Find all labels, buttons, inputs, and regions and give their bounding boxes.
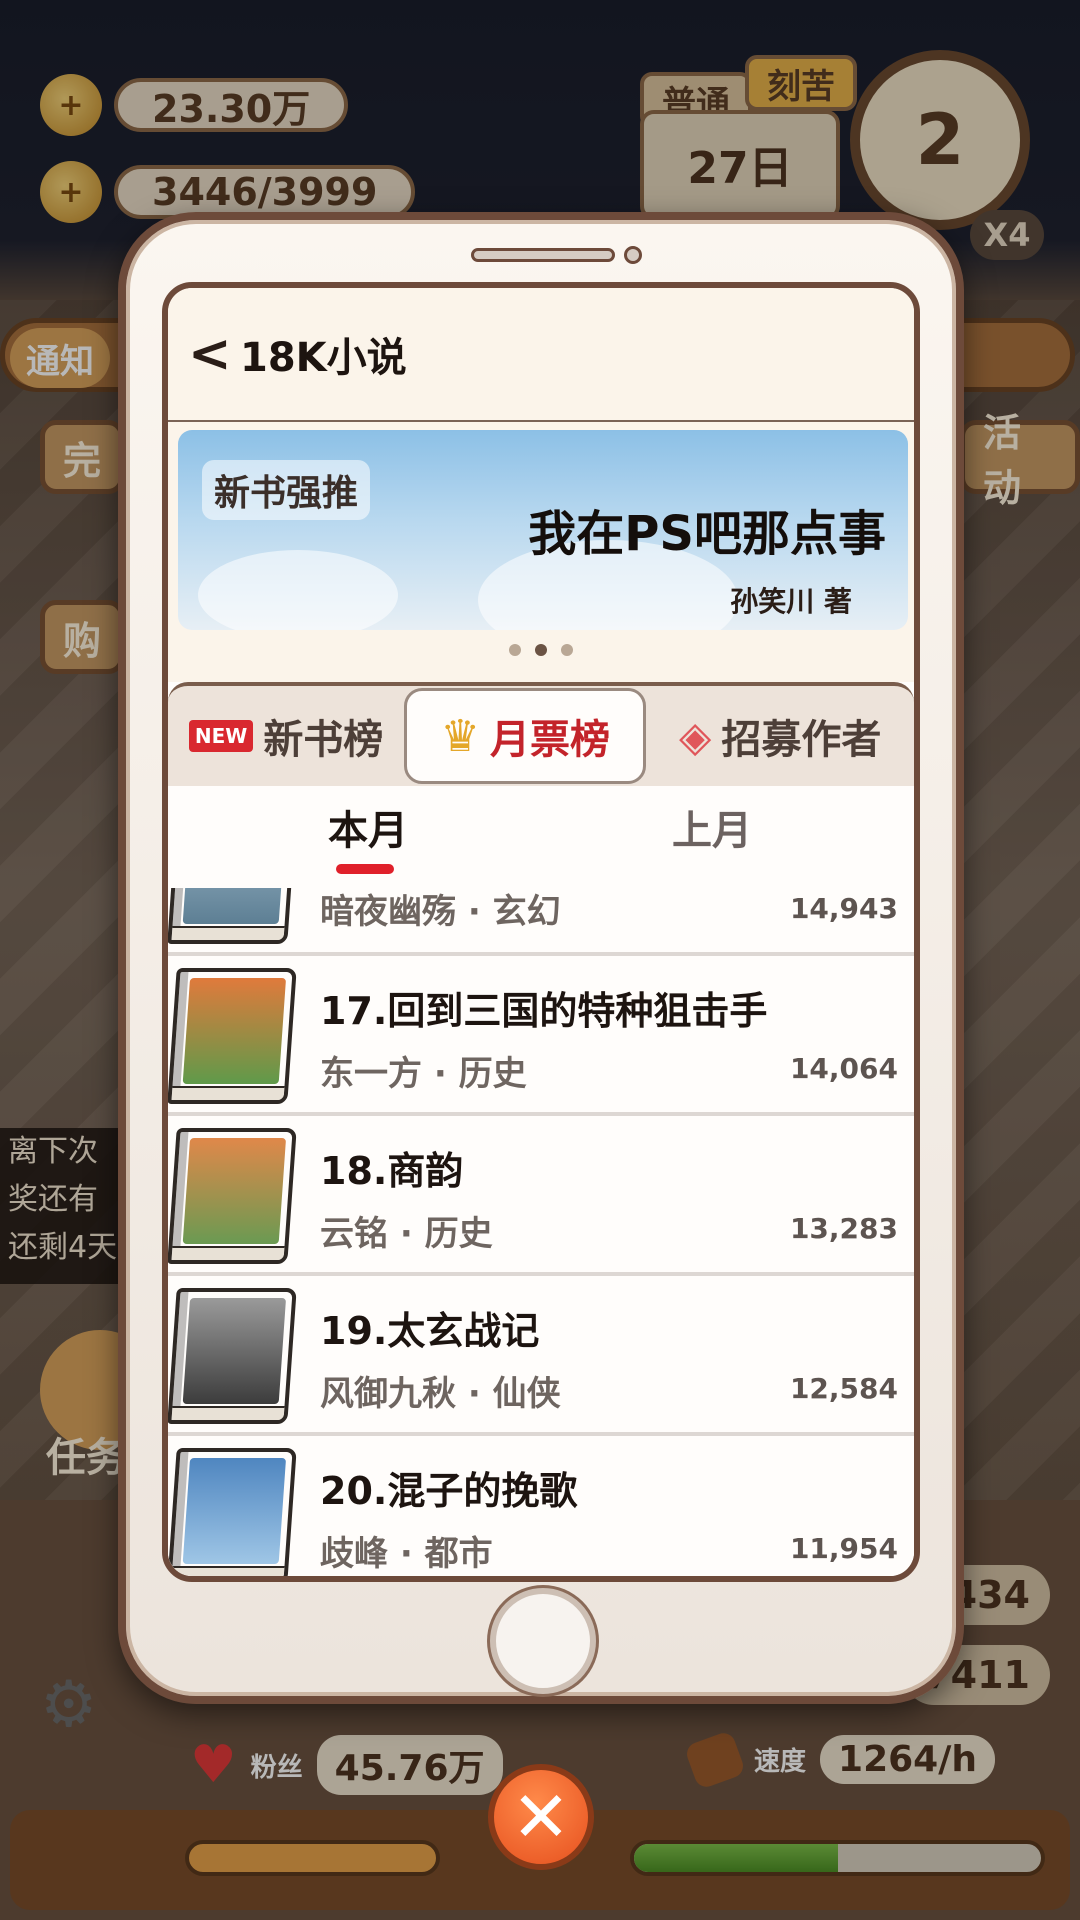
phone-modal: < 18K小说 新书强推 我在PS吧那点事 孙笑川 著 NEW 新书榜 ♛ 月票… <box>118 212 964 1704</box>
book-title: 20.混子的挽歌 <box>320 1469 578 1513</box>
tab-monthly-votes[interactable]: ♛ 月票榜 <box>404 688 647 784</box>
app-title: 18K小说 <box>240 335 407 381</box>
book-cover <box>168 1128 297 1264</box>
handshake-icon: ◈ <box>679 711 712 761</box>
book-row[interactable]: 19.太玄战记风御九秋 · 仙侠 12,584 <box>168 1276 914 1436</box>
book-row[interactable]: 20.混子的挽歌歧峰 · 都市 11,954 <box>168 1436 914 1576</box>
book-list[interactable]: 暗夜幽殇 · 玄幻 14,943 17.回到三国的特种狙击手东一方 · 历史 14,0… <box>168 888 914 1576</box>
book-author-genre: 歧峰 · 都市 <box>320 1534 493 1574</box>
book-cover <box>168 968 297 1104</box>
book-cover <box>168 888 297 944</box>
active-subtab-underline <box>336 864 394 874</box>
tab-recruit-authors[interactable]: ◈ 招募作者 <box>646 688 914 784</box>
carousel-dot[interactable] <box>561 644 573 656</box>
book-cover <box>168 1288 297 1424</box>
book-author-genre: 东一方 · 历史 <box>320 1054 527 1094</box>
phone-home-button[interactable] <box>490 1588 596 1694</box>
book-author-genre: 风御九秋 · 仙侠 <box>320 1374 561 1414</box>
featured-banner[interactable]: 新书强推 我在PS吧那点事 孙笑川 著 <box>178 430 908 630</box>
book-votes: 14,064 <box>789 1052 898 1085</box>
tab-monthly-votes-label: 月票榜 <box>489 717 610 763</box>
month-subtabs: 本月 上月 <box>168 786 914 888</box>
back-chevron-icon[interactable]: < <box>188 328 234 380</box>
book-cover <box>168 1448 297 1576</box>
book-votes: 14,943 <box>789 892 898 925</box>
carousel-dot-active[interactable] <box>535 644 547 656</box>
subtab-last-month[interactable]: 上月 <box>672 798 752 856</box>
book-title: 19.太玄战记 <box>320 1309 540 1353</box>
ranking-tabs: NEW 新书榜 ♛ 月票榜 ◈ 招募作者 <box>168 682 914 786</box>
book-votes: 12,584 <box>789 1372 898 1405</box>
book-votes: 13,283 <box>789 1212 898 1245</box>
subtab-this-month[interactable]: 本月 <box>328 798 408 856</box>
book-votes: 11,954 <box>789 1532 898 1565</box>
carousel-dot[interactable] <box>509 644 521 656</box>
book-author-genre: 暗夜幽殇 · 玄幻 <box>320 892 561 932</box>
phone-camera <box>624 246 642 264</box>
phone-screen: < 18K小说 新书强推 我在PS吧那点事 孙笑川 著 NEW 新书榜 ♛ 月票… <box>162 282 920 1582</box>
banner-badge: 新书强推 <box>202 460 371 520</box>
tab-new-books[interactable]: NEW 新书榜 <box>168 688 404 784</box>
book-cover-art <box>182 1458 287 1564</box>
new-badge: NEW <box>188 720 254 752</box>
book-cover-art <box>182 888 287 924</box>
book-row[interactable]: 17.回到三国的特种狙击手东一方 · 历史 14,064 <box>168 956 914 1116</box>
book-row[interactable]: 暗夜幽殇 · 玄幻 14,943 <box>168 888 914 956</box>
book-author-genre: 云铭 · 历史 <box>320 1214 493 1254</box>
banner-title: 我在PS吧那点事 <box>528 506 886 562</box>
carousel-dots <box>168 644 914 656</box>
book-cover-art <box>182 1298 287 1404</box>
book-cover-art <box>182 1138 287 1244</box>
crown-icon: ♛ <box>440 710 480 762</box>
phone-speaker <box>471 248 615 262</box>
banner-area: 新书强推 我在PS吧那点事 孙笑川 著 <box>168 422 914 682</box>
banner-author: 孙笑川 著 <box>730 585 852 618</box>
book-row[interactable]: 18.商韵云铭 · 历史 13,283 <box>168 1116 914 1276</box>
tab-recruit-authors-label: 招募作者 <box>721 717 882 763</box>
app-header: < 18K小说 <box>168 288 914 422</box>
close-button[interactable]: ✕ <box>488 1764 594 1870</box>
book-title: 17.回到三国的特种狙击手 <box>320 989 768 1033</box>
tab-new-books-label: 新书榜 <box>263 717 384 763</box>
book-cover-art <box>182 978 287 1084</box>
book-title: 18.商韵 <box>320 1149 464 1193</box>
